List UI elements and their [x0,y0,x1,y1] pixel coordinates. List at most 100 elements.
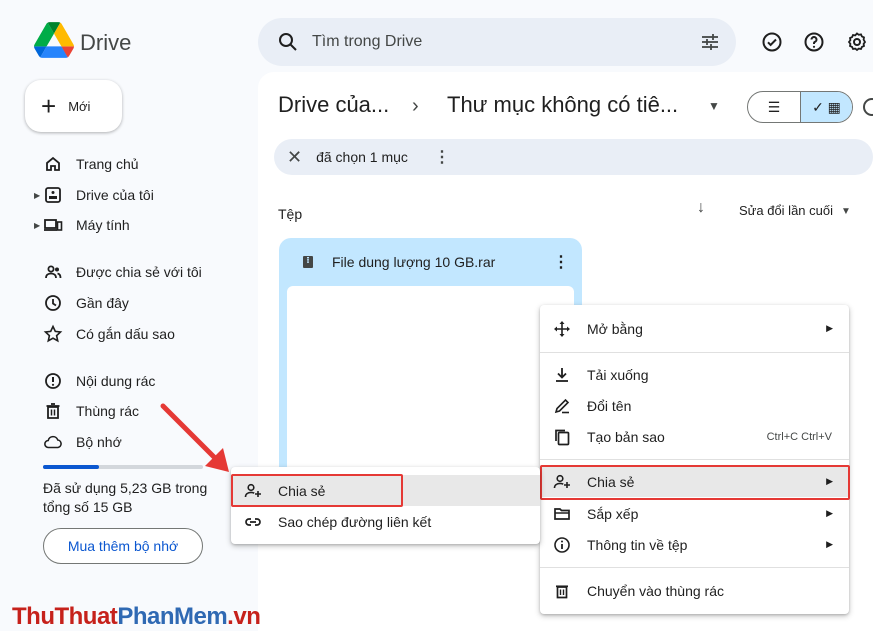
sidebar-item-my-drive[interactable]: ▶ Drive của tôi [0,180,250,210]
more-vert-icon[interactable]: ⋮ [553,252,569,272]
annotation-arrow [160,403,229,472]
shortcut-hint: Ctrl+C Ctrl+V [766,430,832,443]
tune-icon[interactable] [698,30,722,54]
sort-label[interactable]: Sửa đổi lần cuối [739,203,833,218]
watermark: ThuThuatPhanMem.vn [12,603,261,631]
details-icon[interactable] [862,96,873,118]
menu-item-label: Sao chép đường liên kết [278,513,432,530]
watermark-part: ThuThuat [12,603,118,630]
highlight-box [231,474,403,507]
home-icon [46,156,60,171]
chevron-down-icon[interactable]: ▼ [708,99,720,113]
offline-status-icon[interactable] [760,30,784,54]
view-toggle[interactable]: ☰ ✓ ▦ [747,91,853,123]
menu-item-download[interactable]: Tải xuống [540,359,849,390]
open-with-icon [554,320,570,337]
submenu-arrow-icon: ▶ [826,508,833,518]
menu-item-label: Mở bằng [587,320,643,337]
sidebar-item-label: Được chia sẻ với tôi [76,264,202,280]
menu-item-make-copy[interactable]: Tạo bản sao Ctrl+C Ctrl+V [540,421,849,452]
breadcrumb-root[interactable]: Drive của... [278,92,389,118]
storage-bar-fill [43,465,99,469]
watermark-part: .vn [227,603,261,630]
file-preview [287,286,574,478]
trash-icon [46,403,60,419]
menu-item-organize[interactable]: Sắp xếp ▶ [540,498,849,529]
spam-icon [45,373,61,389]
submenu-arrow-icon: ▶ [826,539,833,549]
new-button[interactable]: + Mới [25,80,122,132]
menu-item-file-info[interactable]: Thông tin về tệp ▶ [540,529,849,560]
breadcrumb-current[interactable]: Thư mục không có tiê... [447,92,678,118]
search-bar[interactable]: Tìm trong Drive [258,18,736,66]
drive-logo-icon[interactable] [34,22,74,58]
sidebar-item-computers[interactable]: ▶ Máy tính [0,210,250,240]
download-icon [556,367,568,382]
sidebar-item-starred[interactable]: Có gắn dấu sao [0,319,250,349]
grid-view-button[interactable]: ✓ ▦ [799,92,852,122]
sidebar-item-label: Drive của tôi [76,187,154,203]
menu-item-label: Tạo bản sao [587,428,665,445]
highlight-box [540,465,850,500]
folder-icon [554,507,570,520]
expand-icon[interactable]: ▶ [34,221,40,230]
copy-icon [555,429,570,445]
more-vert-icon[interactable]: ⋮ [434,147,450,167]
link-icon [245,517,261,526]
file-name: File dung lượng 10 GB.rar [332,254,496,270]
search-input[interactable]: Tìm trong Drive [312,33,422,51]
file-card[interactable]: File dung lượng 10 GB.rar ⋮ [279,238,582,478]
trash-icon [556,584,568,598]
menu-item-label: Tải xuống [587,366,649,383]
rename-icon [554,398,570,413]
sidebar-item-label: Nội dung rác [76,373,156,389]
close-icon[interactable]: ✕ [287,147,302,168]
sidebar-item-label: Bộ nhớ [76,434,122,450]
sidebar-item-shared[interactable]: Được chia sẻ với tôi [0,257,250,287]
new-button-label: Mới [68,98,91,114]
plus-icon: + [41,91,57,121]
menu-item-label: Chuyển vào thùng rác [587,582,724,599]
sidebar-item-label: Máy tính [76,217,130,233]
computer-icon [44,219,63,231]
shared-icon [45,265,62,279]
submenu-item-copy-link[interactable]: Sao chép đường liên kết [231,506,540,537]
sidebar-item-label: Gần đây [76,295,129,311]
chevron-down-icon[interactable]: ▼ [841,206,851,217]
files-section-label: Tệp [278,206,303,222]
star-icon [43,324,63,343]
menu-item-label: Đổi tên [587,397,632,414]
my-drive-icon [45,187,61,203]
buy-storage-button[interactable]: Mua thêm bộ nhớ [43,528,203,564]
sidebar-item-label: Có gắn dấu sao [76,326,175,342]
clock-icon [45,295,61,311]
list-view-button[interactable]: ☰ [748,92,800,122]
selection-count: đã chọn 1 mục [316,149,408,165]
sidebar-item-home[interactable]: Trang chủ [0,149,250,179]
watermark-part: PhanMem [117,603,228,630]
sidebar-item-label: Trang chủ [76,156,139,172]
settings-icon[interactable] [845,30,869,54]
archive-icon [303,256,313,268]
sidebar-item-recent[interactable]: Gần đây [0,288,250,318]
menu-divider [540,459,849,460]
sidebar-item-spam[interactable]: Nội dung rác [0,366,250,396]
selection-bar: ✕ đã chọn 1 mục ⋮ [274,139,873,175]
menu-item-label: Sắp xếp [587,505,639,522]
breadcrumb-separator: › [412,95,419,117]
expand-icon[interactable]: ▶ [34,191,40,200]
storage-text: Đã sử dụng 5,23 GB trong tổng số 15 GB [43,480,208,515]
help-icon[interactable] [802,30,826,54]
cloud-icon [44,435,62,449]
menu-item-rename[interactable]: Đổi tên [540,390,849,421]
menu-item-move-to-trash[interactable]: Chuyển vào thùng rác [540,575,849,606]
app-name: Drive [80,30,132,55]
sort-direction-icon[interactable]: ↓ [697,199,705,217]
menu-item-open-with[interactable]: Mở bằng ▶ [540,313,849,344]
menu-divider [540,567,849,568]
info-icon [554,536,570,553]
menu-item-label: Thông tin về tệp [587,536,688,553]
submenu-arrow-icon: ▶ [826,323,833,333]
context-menu: Mở bằng ▶ Tải xuống Đổi tên Tạo bản sao … [540,305,849,614]
search-icon [279,33,297,51]
